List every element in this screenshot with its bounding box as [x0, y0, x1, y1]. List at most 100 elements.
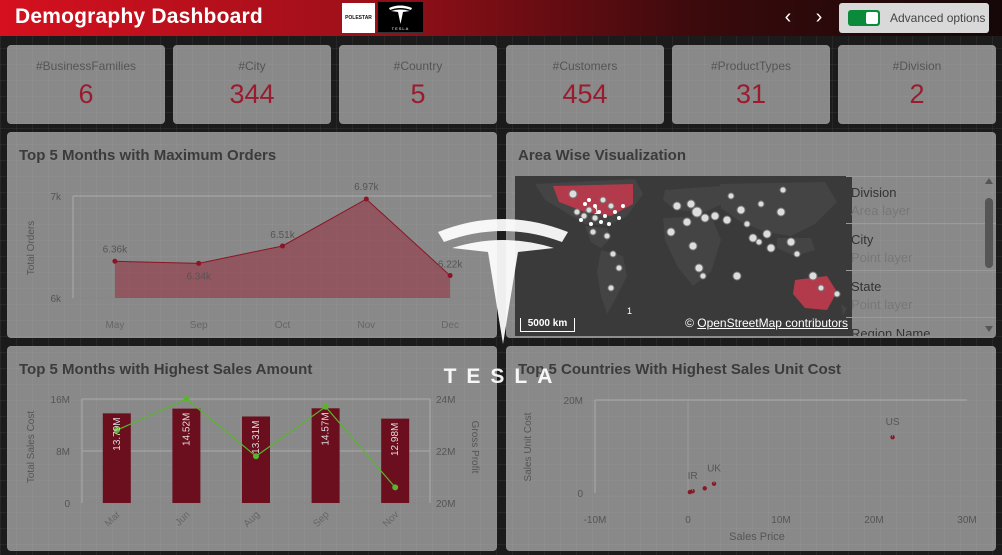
layer-type: Point layer [851, 297, 913, 312]
y-tick-label: 0 [64, 499, 70, 510]
x-tick-label: Nov [357, 320, 375, 331]
australia-area[interactable] [793, 276, 837, 310]
bar-value-label: 13.79M [112, 417, 123, 450]
kpi-value: 2 [909, 79, 925, 109]
kpi-label: #Customers [552, 59, 618, 73]
orders-area-chart[interactable]: 6.36k6.34k6.51k6.97k6.22k May Sep Oct Nov De… [8, 133, 498, 339]
layer-name: City [851, 232, 874, 247]
kpi-value: 31 [735, 79, 767, 109]
layer-type: Area layer [851, 203, 911, 218]
x-axis-label: Sales Price [729, 531, 785, 543]
scroll-down-icon[interactable] [985, 326, 993, 332]
y-tick-label: 8M [56, 447, 70, 458]
kpi-card-customers[interactable]: #Customers 454 [506, 45, 664, 124]
sales-combo-chart[interactable]: 13.79M 14.52M 13.31M 14.57M 12.98M Mar Jun Aug… [8, 347, 498, 552]
attribution-prefix: © [685, 316, 698, 330]
point-label: IR [688, 471, 698, 482]
profit-point [392, 484, 399, 491]
y-tick-label: 20M [564, 396, 583, 407]
y2-tick-label: 20M [436, 499, 455, 510]
kpi-label: #Country [393, 59, 443, 73]
x-tick-label: Mar [103, 509, 123, 529]
y-axis-label: Total Sales Cost [26, 411, 37, 483]
kpi-label: #Division [892, 59, 942, 73]
openstreetmap-link[interactable]: OpenStreetMap contributors [697, 316, 848, 330]
data-label: 6.34k [186, 271, 211, 282]
bar-value-label: 14.52M [181, 413, 192, 446]
map-cluster-label: 1 [594, 206, 599, 216]
y2-tick-label: 24M [436, 395, 455, 406]
scatter-point [687, 489, 693, 495]
x-tick-label: Oct [275, 320, 291, 331]
data-label: 6.97k [354, 182, 379, 193]
map-panel: Area Wise Visualization 1 1 5000 km © Op… [506, 132, 996, 338]
x-tick-label: Sep [311, 509, 332, 530]
y2-axis-label: Gross Profit [469, 421, 480, 474]
layer-item-state[interactable]: State Point layer [846, 270, 996, 317]
y-axis-label: Total Orders [26, 221, 37, 275]
tesla-logo-text: TESLA [392, 26, 410, 31]
kpi-card-country[interactable]: #Country 5 [339, 45, 497, 124]
tesla-logo: TESLA [377, 1, 424, 33]
scatter-chart-panel: Top 5 Countries With Highest Sales Unit … [506, 346, 996, 551]
data-point [196, 260, 202, 266]
x-tick-label: May [105, 320, 124, 331]
app-title: Demography Dashboard [15, 5, 263, 28]
advanced-options-toggle[interactable]: Advanced options [839, 3, 989, 33]
y2-tick-label: 22M [436, 447, 455, 458]
previous-button[interactable]: ‹ [777, 6, 799, 30]
orders-chart-panel: Top 5 Months with Maximum Orders 6.36k 6.… [7, 132, 497, 338]
kpi-value: 454 [562, 79, 608, 109]
x-tick-label: 0 [685, 515, 691, 526]
kpi-card-business-families[interactable]: #BusinessFamilies 6 [7, 45, 165, 124]
bar-value-label: 13.31M [251, 420, 262, 453]
scroll-up-icon[interactable] [985, 178, 993, 184]
kpi-value: 344 [229, 79, 275, 109]
scroll-thumb[interactable] [985, 198, 993, 268]
y-tick-label: 6k [50, 294, 62, 305]
advanced-options-label: Advanced options [890, 11, 986, 25]
point-label: UK [707, 464, 721, 475]
scatter-chart[interactable]: US IR UK -10M 0 10M 20M 30M 0 20M Sales Price S… [507, 347, 997, 552]
kpi-card-product-types[interactable]: #ProductTypes 31 [672, 45, 830, 124]
x-tick-label: 20M [864, 515, 883, 526]
x-tick-label: 10M [771, 515, 790, 526]
y-axis-label: Sales Unit Cost [523, 412, 534, 481]
scatter-point [702, 486, 707, 491]
layer-item-division[interactable]: Division Area layer [846, 176, 996, 223]
kpi-label: #City [238, 59, 266, 73]
layer-item-city[interactable]: City Point layer [846, 223, 996, 270]
data-label: 6.36k [103, 244, 128, 255]
layer-name: State [851, 279, 882, 294]
x-tick-label: Aug [242, 509, 262, 529]
layer-list-scrollbar[interactable] [982, 176, 996, 336]
map-cluster-label: 1 [627, 306, 632, 316]
map-layer-list[interactable]: Division Area layer City Point layer Sta… [846, 176, 996, 336]
layer-name: Region Name [851, 326, 931, 336]
toggle-switch[interactable] [848, 10, 880, 26]
kpi-label: #BusinessFamilies [35, 59, 137, 73]
chevron-right-icon: › [815, 6, 823, 28]
point-label: US [886, 417, 900, 428]
y-tick-label: 7k [50, 192, 62, 203]
polestar-logo-text: POLESTAR [345, 15, 372, 21]
area-fill [114, 199, 451, 298]
kpi-card-city[interactable]: #City 344 [173, 45, 331, 124]
next-button[interactable]: › [808, 6, 830, 30]
toggle-knob [866, 12, 878, 24]
polestar-logo: POLESTAR [342, 3, 375, 33]
tesla-watermark: TESLA [438, 219, 568, 385]
kpi-value: 5 [410, 79, 426, 109]
x-tick-label: Sep [190, 320, 208, 331]
data-label: 6.51k [270, 230, 295, 241]
panel-title: Area Wise Visualization [518, 147, 686, 164]
y-tick-label: 16M [51, 395, 70, 406]
profit-point [322, 403, 329, 410]
layer-item-region-name[interactable]: Region Name [846, 317, 996, 336]
layer-type: Point layer [851, 250, 913, 265]
chevron-left-icon: ‹ [784, 6, 792, 28]
kpi-card-division[interactable]: #Division 2 [838, 45, 996, 124]
data-point [112, 258, 118, 264]
x-tick-label: Nov [381, 509, 401, 529]
data-point [280, 243, 285, 249]
